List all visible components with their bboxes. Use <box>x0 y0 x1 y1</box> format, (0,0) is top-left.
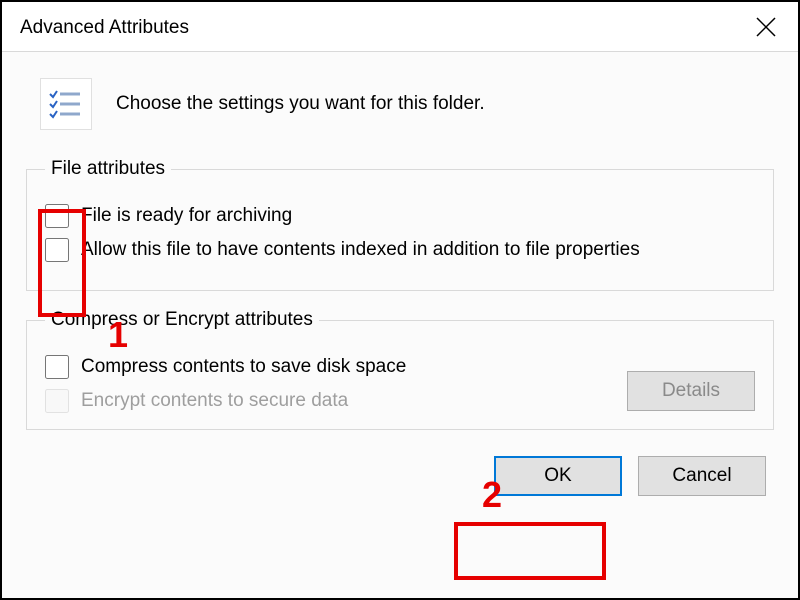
archive-checkbox[interactable] <box>45 204 69 228</box>
encrypt-row: Encrypt contents to secure data <box>45 389 755 413</box>
compress-checkbox[interactable] <box>45 355 69 379</box>
cancel-button[interactable]: Cancel <box>638 456 766 496</box>
dialog-window: Advanced Attributes Choose the <box>0 0 800 600</box>
file-attributes-legend: File attributes <box>45 158 171 180</box>
dialog-client-area: Choose the settings you want for this fo… <box>2 52 798 598</box>
ok-button[interactable]: OK <box>494 456 622 496</box>
close-icon <box>754 15 778 39</box>
intro-text: Choose the settings you want for this fo… <box>116 93 485 115</box>
dialog-title: Advanced Attributes <box>20 17 189 39</box>
index-label: Allow this file to have contents indexed… <box>81 239 640 261</box>
compress-encrypt-group: Compress or Encrypt attributes Compress … <box>26 309 774 430</box>
title-bar: Advanced Attributes <box>2 2 798 52</box>
archive-row[interactable]: File is ready for archiving <box>45 204 755 228</box>
close-button[interactable] <box>754 15 780 41</box>
index-checkbox[interactable] <box>45 238 69 262</box>
index-row[interactable]: Allow this file to have contents indexed… <box>45 238 755 262</box>
encrypt-label: Encrypt contents to secure data <box>81 390 348 412</box>
dialog-button-row: OK Cancel <box>26 448 774 496</box>
file-attributes-group: File attributes File is ready for archiv… <box>26 158 774 291</box>
compress-encrypt-legend: Compress or Encrypt attributes <box>45 309 319 331</box>
checklist-icon <box>40 78 92 130</box>
intro-row: Choose the settings you want for this fo… <box>40 78 774 130</box>
compress-label: Compress contents to save disk space <box>81 356 406 378</box>
encrypt-checkbox <box>45 389 69 413</box>
archive-label: File is ready for archiving <box>81 205 292 227</box>
compress-row[interactable]: Compress contents to save disk space <box>45 355 755 379</box>
